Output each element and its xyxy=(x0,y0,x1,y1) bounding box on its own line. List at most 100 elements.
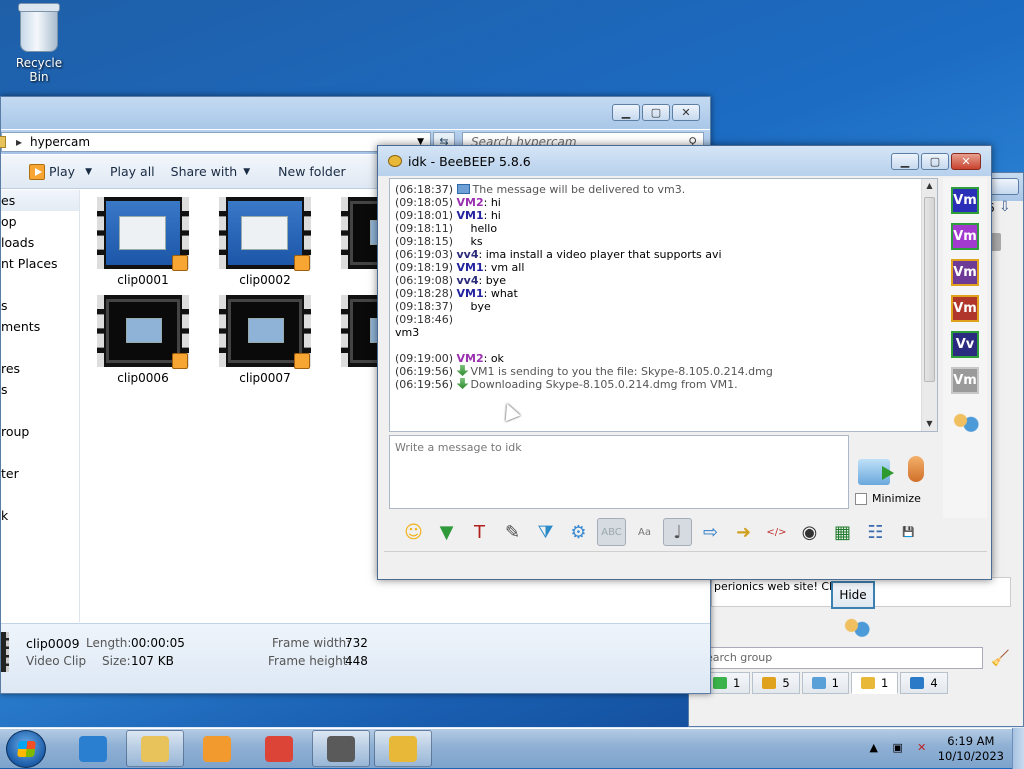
chat-message: (09:18:15) ks xyxy=(395,235,937,248)
address-bar[interactable]: ▸ hypercam ▼ xyxy=(0,132,431,152)
nav-item[interactable] xyxy=(1,337,79,358)
taskbar-media-player-button[interactable] xyxy=(188,730,246,767)
play-all-button[interactable]: Play all xyxy=(110,164,169,179)
nav-item[interactable] xyxy=(1,484,79,505)
group-edit-icon[interactable] xyxy=(950,410,980,436)
text-format-icon[interactable]: T xyxy=(465,518,494,546)
save-notes-icon[interactable]: ☷ xyxy=(861,518,890,546)
chevron-down-icon[interactable]: ▼ xyxy=(85,167,92,177)
chat-scrollbar[interactable]: ▲ ▼ xyxy=(921,179,937,431)
chat-history[interactable]: (06:18:37) The message will be delivered… xyxy=(389,178,938,432)
nav-item[interactable] xyxy=(1,274,79,295)
play-button[interactable]: Play ▼ xyxy=(29,163,106,180)
video-thumbnail xyxy=(97,295,189,369)
nav-item[interactable]: nt Places xyxy=(1,253,79,274)
scroll-arrow-icon[interactable]: ⇩ xyxy=(999,199,1011,215)
message-input[interactable]: Write a message to idk xyxy=(389,435,849,509)
settings-icon[interactable]: ⚙ xyxy=(564,518,593,546)
nav-item[interactable]: res xyxy=(1,358,79,379)
maximize-button[interactable]: ▢ xyxy=(921,153,949,170)
dropdown-icon[interactable]: ▼ xyxy=(432,518,461,546)
nav-item[interactable]: loads xyxy=(1,232,79,253)
show-hidden-icons-icon[interactable]: ▲ xyxy=(866,741,882,757)
html-icon[interactable]: </> xyxy=(762,518,791,546)
filter-icon[interactable]: ⧩ xyxy=(531,518,560,546)
send-message-icon[interactable] xyxy=(858,459,894,485)
search-group-input[interactable]: earch group xyxy=(701,647,983,669)
network-icon[interactable]: ▣ xyxy=(890,741,906,757)
video-thumbnail xyxy=(97,197,189,271)
save-icon[interactable]: 💾 xyxy=(894,518,923,546)
main-tab[interactable]: 5 xyxy=(752,672,800,694)
minimize-checkbox[interactable] xyxy=(855,492,867,505)
scroll-down-icon[interactable]: ▼ xyxy=(922,417,937,431)
screenshot-icon[interactable]: ◉ xyxy=(795,518,824,546)
nav-item[interactable]: k xyxy=(1,505,79,526)
show-desktop-button[interactable] xyxy=(1012,728,1024,769)
file-item[interactable]: clip0001 xyxy=(93,197,193,287)
frame-width-label: Frame width: xyxy=(272,636,351,650)
chart-icon[interactable]: ▦ xyxy=(828,518,857,546)
new-folder-button[interactable]: New folder xyxy=(278,164,360,179)
taskbar-hypercam-button[interactable] xyxy=(312,730,370,767)
main-tab[interactable]: 1 xyxy=(801,672,849,694)
main-tab[interactable]: 1 xyxy=(850,672,899,694)
breadcrumb-separator-icon[interactable]: ▸ xyxy=(16,135,22,149)
file-item[interactable]: clip0006 xyxy=(93,295,193,385)
message-text: vm3 xyxy=(395,326,420,339)
dictionary-icon[interactable]: Aa xyxy=(630,518,659,546)
emoticon-icon[interactable]: ☺ xyxy=(399,518,428,546)
taskbar-beebeep-button[interactable] xyxy=(374,730,432,767)
chat-member-avatar[interactable]: Vm xyxy=(951,223,979,250)
main-tab[interactable]: 4 xyxy=(900,672,948,694)
close-button[interactable]: ✕ xyxy=(951,153,981,170)
nav-item[interactable]: ter xyxy=(1,463,79,484)
chat-message: (09:18:11) hello xyxy=(395,222,937,235)
maximize-button[interactable]: ▢ xyxy=(642,104,670,121)
minimize-option[interactable]: Minimize xyxy=(855,492,921,505)
taskbar-chrome-button[interactable] xyxy=(250,730,308,767)
taskbar-explorer-button[interactable] xyxy=(126,730,184,767)
clear-search-icon[interactable]: 🧹 xyxy=(991,649,1010,667)
volume-muted-icon[interactable]: ✕ xyxy=(914,741,930,757)
chat-member-avatar[interactable]: Vm xyxy=(951,259,979,286)
clock[interactable]: 6:19 AM 10/10/2023 xyxy=(938,734,1004,764)
start-button[interactable] xyxy=(6,730,46,768)
close-button[interactable]: ✕ xyxy=(672,104,700,121)
scroll-up-icon[interactable]: ▲ xyxy=(922,179,937,193)
nav-item[interactable]: s xyxy=(1,295,79,316)
microphone-icon[interactable] xyxy=(908,456,924,482)
send-file-icon[interactable]: ⇨ xyxy=(696,518,725,546)
size-label: Size: xyxy=(102,654,131,668)
chat-member-avatar[interactable]: Vm xyxy=(951,187,979,214)
nav-item[interactable]: roup xyxy=(1,421,79,442)
note-icon[interactable]: ♩ xyxy=(663,518,692,546)
nav-item[interactable]: s xyxy=(1,379,79,400)
nav-item[interactable]: op xyxy=(1,211,79,232)
minimize-label: Minimize xyxy=(872,492,921,505)
taskbar-ie-button[interactable] xyxy=(64,730,122,767)
hide-button[interactable]: Hide xyxy=(831,581,875,609)
recycle-bin-shortcut[interactable]: Recycle Bin xyxy=(6,3,72,84)
minimize-button[interactable]: ▁ xyxy=(891,153,919,170)
send-folder-icon[interactable]: ➜ xyxy=(729,518,758,546)
chat-member-avatar[interactable]: Vm xyxy=(951,295,979,322)
color-picker-icon[interactable]: ✎ xyxy=(498,518,527,546)
message-time: (06:19:56) xyxy=(395,365,453,378)
scroll-thumb[interactable] xyxy=(924,197,935,382)
tab-count: 4 xyxy=(930,676,938,690)
close-button[interactable] xyxy=(989,178,1019,195)
nav-item[interactable]: ments xyxy=(1,316,79,337)
chat-member-avatar[interactable]: Vv xyxy=(951,331,979,358)
breadcrumb-hypercam[interactable]: hypercam xyxy=(30,135,90,149)
spellcheck-icon[interactable]: ABC xyxy=(597,518,626,546)
nav-item[interactable] xyxy=(1,442,79,463)
users-icon[interactable] xyxy=(841,615,871,641)
nav-item[interactable] xyxy=(1,400,79,421)
file-item[interactable]: clip0002 xyxy=(215,197,315,287)
minimize-button[interactable]: ▁ xyxy=(612,104,640,121)
file-item[interactable]: clip0007 xyxy=(215,295,315,385)
share-with-button[interactable]: Share with ▼ xyxy=(171,164,265,179)
nav-item[interactable]: es xyxy=(1,190,79,211)
chat-member-avatar[interactable]: Vm xyxy=(951,367,979,394)
